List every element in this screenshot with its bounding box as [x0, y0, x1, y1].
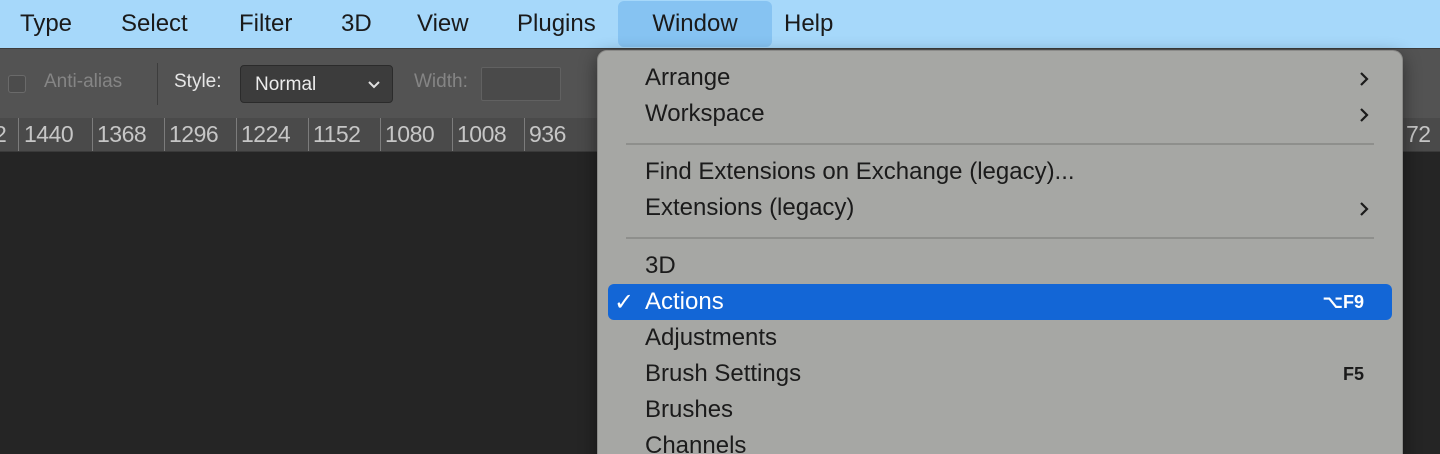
menu-item-arrange[interactable]: Arrange — [608, 60, 1392, 96]
menu-3d[interactable]: 3D — [341, 0, 372, 48]
ruler-label: 1008 — [457, 121, 507, 147]
menu-item-shortcut: ⌥F9 — [1322, 292, 1364, 312]
width-input[interactable] — [481, 67, 561, 101]
anti-alias-checkbox[interactable] — [8, 75, 26, 93]
ruler-label: 1224 — [241, 121, 291, 147]
ruler-tick — [380, 118, 381, 151]
checkmark-icon: ✓ — [614, 289, 635, 316]
menu-item-label: Find Extensions on Exchange (legacy)... — [645, 158, 1075, 185]
menu-item-find-extensions[interactable]: Find Extensions on Exchange (legacy)... — [608, 154, 1392, 190]
ruler-label: 1080 — [385, 121, 435, 147]
ruler-tick — [164, 118, 165, 151]
ruler-tick — [236, 118, 237, 151]
menu-type[interactable]: Type — [20, 0, 72, 48]
menu-item-label: Brush Settings — [645, 360, 802, 387]
style-select-value: Normal — [255, 74, 317, 95]
menu-item-workspace[interactable]: Workspace — [608, 96, 1392, 132]
menu-item-shortcut: F5 — [1342, 364, 1364, 384]
ruler-label: 1152 — [313, 121, 361, 147]
ruler-tick — [92, 118, 93, 151]
menu-item-label: Arrange — [645, 64, 731, 91]
chevron-right-icon — [1358, 200, 1370, 223]
menu-item-adjustments[interactable]: Adjustments — [608, 320, 1392, 356]
anti-alias-label: Anti-alias — [44, 71, 123, 92]
ruler-label: 72 — [1406, 121, 1431, 147]
menu-item-label: Workspace — [645, 100, 765, 127]
menu-item-label: Extensions (legacy) — [645, 194, 855, 221]
menu-item-label: 3D — [645, 252, 676, 279]
menu-item-channels[interactable]: Channels — [608, 428, 1392, 454]
app-menubar: Type Select Filter 3D View Plugins Windo… — [0, 0, 1440, 48]
ruler-tick — [524, 118, 525, 151]
menu-item-extensions-legacy[interactable]: Extensions (legacy) — [608, 190, 1392, 226]
ruler-label: 1440 — [24, 121, 74, 147]
menu-select[interactable]: Select — [121, 0, 188, 48]
chevron-right-icon — [1358, 70, 1370, 93]
menu-item-brushes[interactable]: Brushes — [608, 392, 1392, 428]
menu-help[interactable]: Help — [784, 0, 833, 48]
width-label: Width: — [414, 71, 468, 92]
menu-item-brush-settings[interactable]: Brush Settings F5 — [608, 356, 1392, 392]
menu-item-label: Channels — [645, 432, 747, 454]
menu-plugins[interactable]: Plugins — [517, 0, 596, 48]
menu-separator — [626, 143, 1374, 145]
menu-item-label: Brushes — [645, 396, 734, 423]
style-select[interactable]: Normal — [240, 65, 393, 103]
chevron-down-icon — [366, 76, 382, 97]
ruler-tick — [308, 118, 309, 151]
menu-item-3d[interactable]: 3D — [608, 248, 1392, 284]
ruler-label: 1368 — [97, 121, 147, 147]
ruler-label: 936 — [529, 121, 566, 147]
options-divider — [157, 63, 158, 105]
menu-item-label: Actions — [645, 288, 724, 315]
window-menu-dropdown: Arrange Workspace Find Extensions on Exc… — [597, 50, 1403, 454]
menu-item-label: Adjustments — [645, 324, 778, 351]
ruler-label: 2 — [0, 121, 7, 148]
ruler-tick — [452, 118, 453, 151]
chevron-right-icon — [1358, 106, 1370, 129]
ruler-label: 1296 — [169, 121, 219, 147]
menu-filter[interactable]: Filter — [239, 0, 292, 48]
style-label: Style: — [174, 71, 222, 92]
menu-window[interactable]: Window — [618, 1, 772, 47]
ruler-tick — [18, 118, 19, 151]
menu-view[interactable]: View — [417, 0, 469, 48]
menu-item-actions[interactable]: ✓ Actions ⌥F9 — [608, 284, 1392, 320]
menu-separator — [626, 237, 1374, 239]
